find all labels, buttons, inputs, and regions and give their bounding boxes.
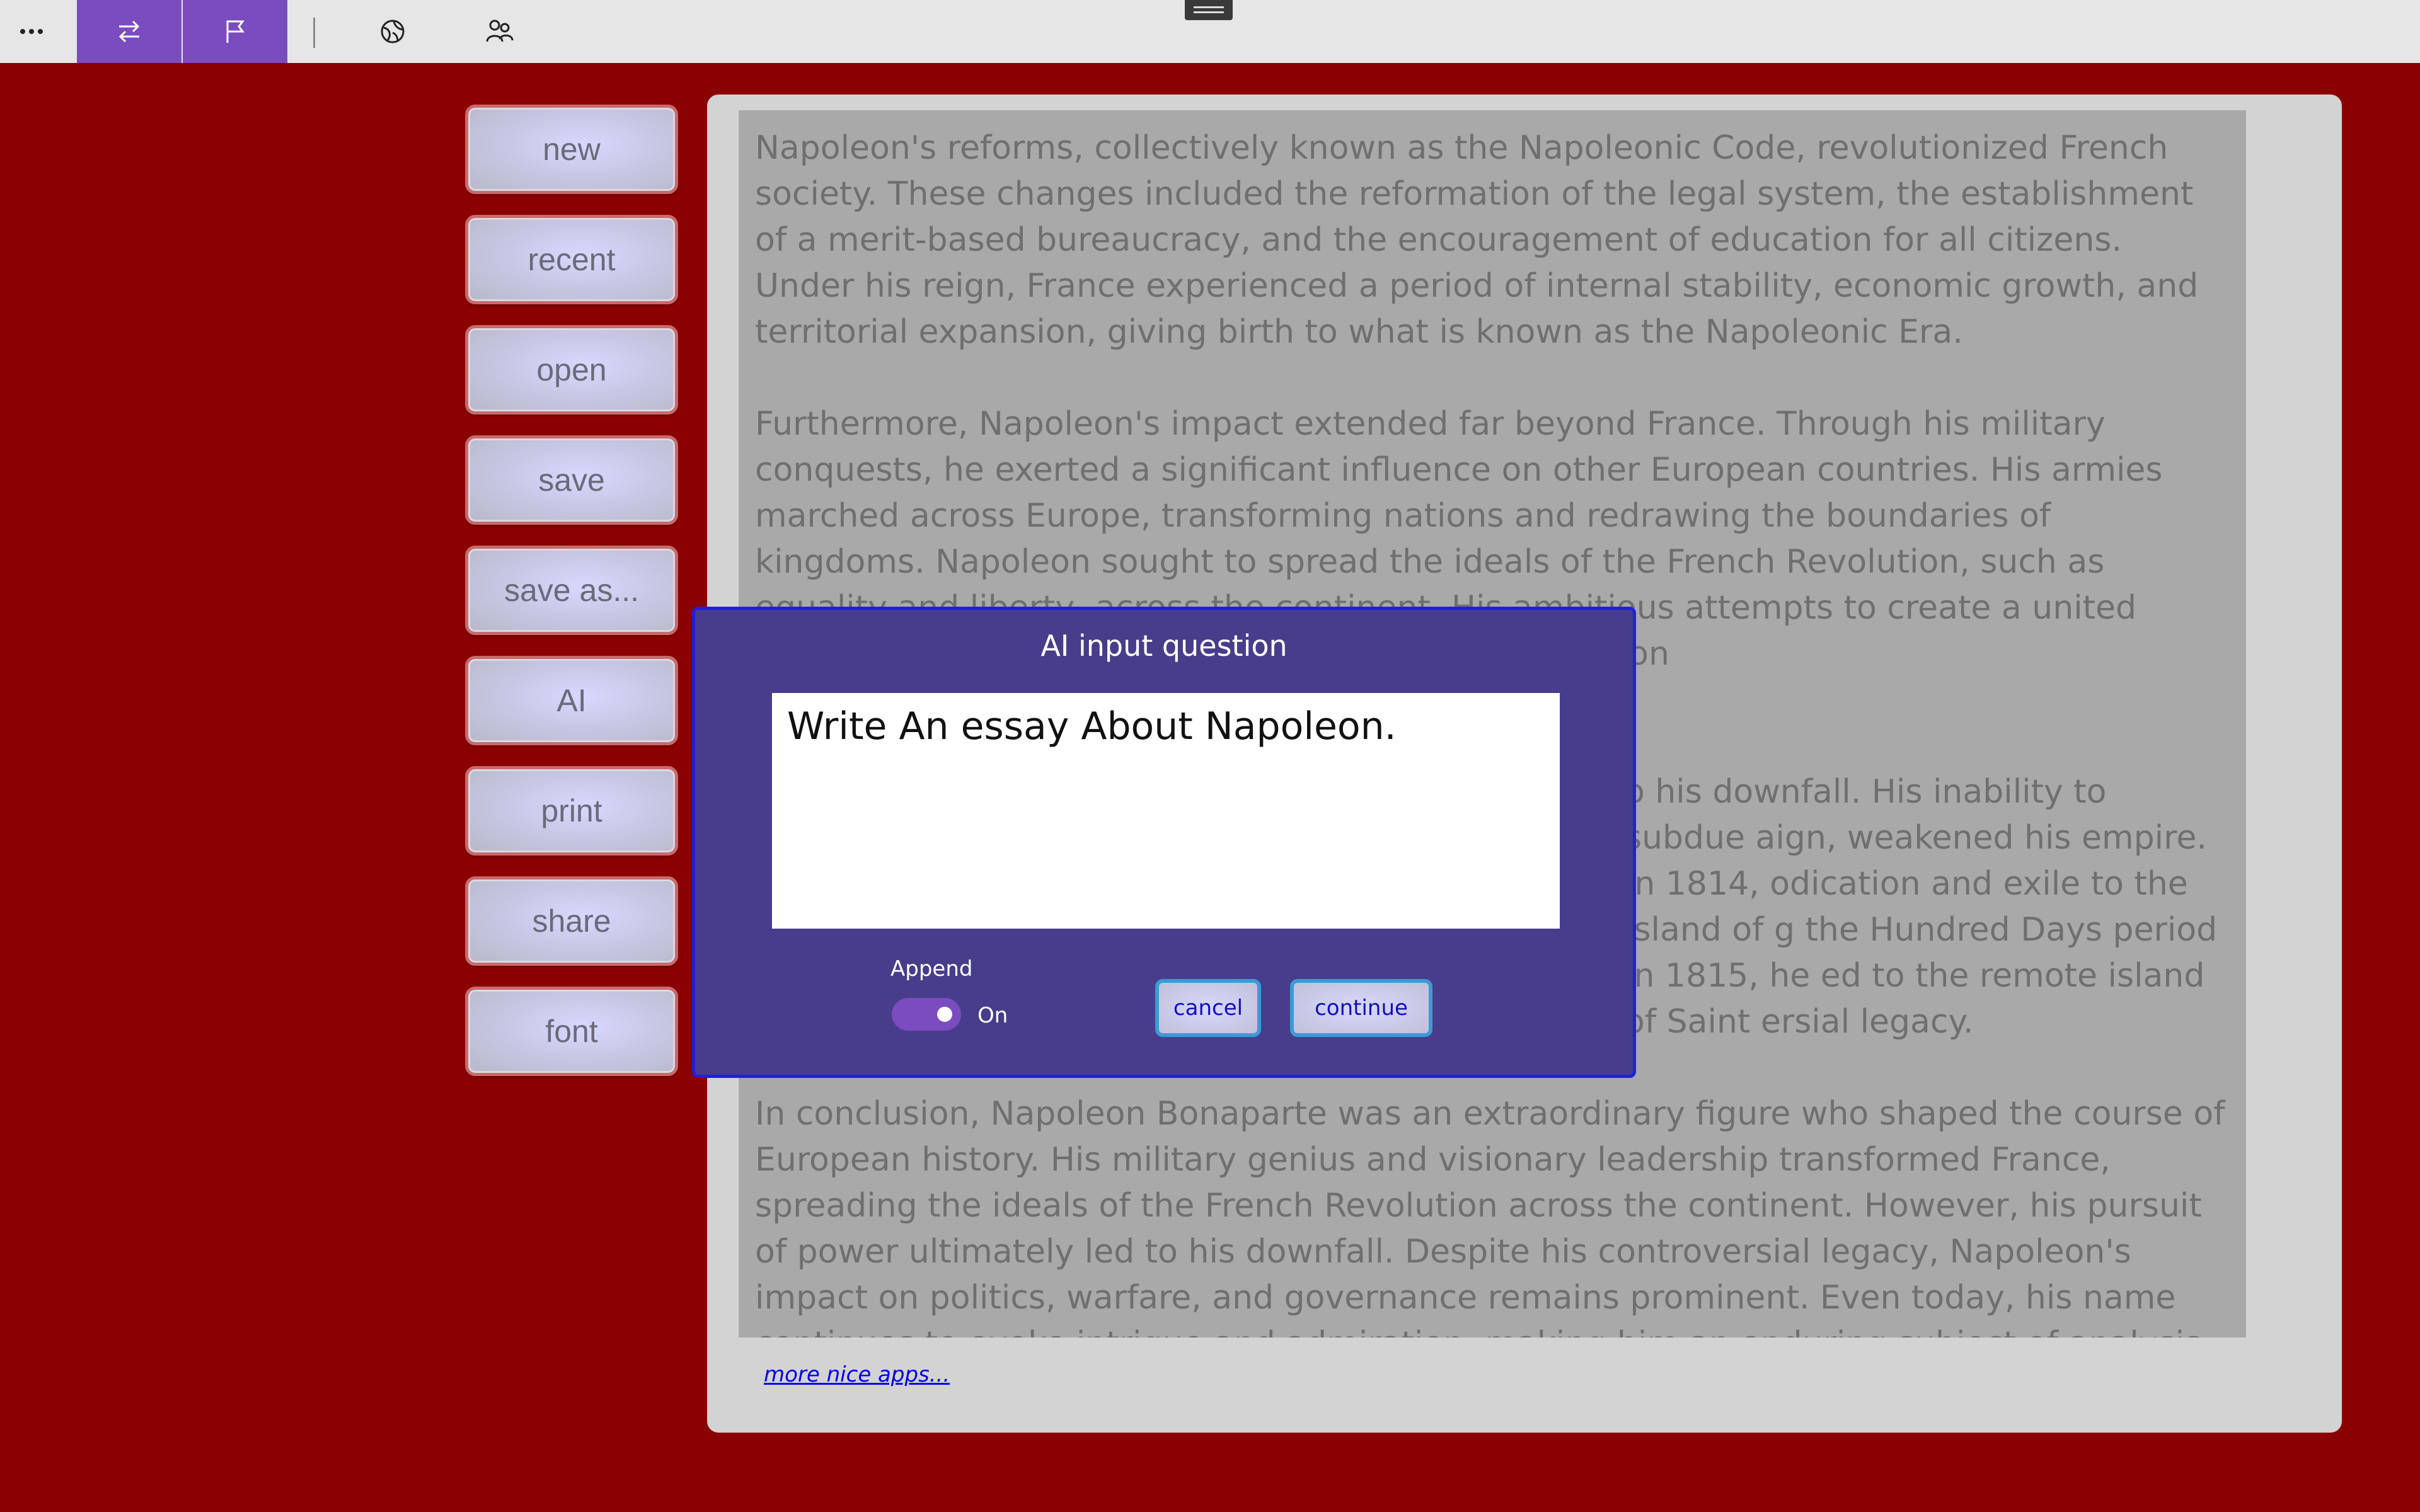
flag-icon <box>226 20 245 43</box>
ai-prompt-input[interactable]: Write An essay About Napoleon. <box>772 693 1560 929</box>
document-paragraph: o his downfall. His inability to subdue … <box>1625 773 2218 1041</box>
toggle-knob <box>937 1007 952 1022</box>
recent-button[interactable]: recent <box>465 215 678 304</box>
save-as-button[interactable]: save as... <box>465 546 678 635</box>
append-state-label: On <box>977 1003 1008 1028</box>
open-button[interactable]: open <box>465 325 678 415</box>
save-button[interactable]: save <box>465 435 678 525</box>
ai-input-dialog: AI input question Write An essay About N… <box>692 607 1636 1078</box>
swap-button[interactable] <box>77 0 182 63</box>
globe-icon <box>381 20 405 43</box>
new-button[interactable]: new <box>465 105 678 194</box>
more-apps-link[interactable]: more nice apps... <box>764 1362 950 1387</box>
share-button[interactable]: share <box>465 876 678 966</box>
people-button[interactable] <box>447 0 552 63</box>
more-horizontal-icon <box>20 29 43 34</box>
font-button[interactable]: font <box>465 987 678 1076</box>
drag-handle[interactable] <box>1185 0 1233 20</box>
toolbar-divider <box>313 18 315 48</box>
append-label: Append <box>890 956 973 982</box>
swap-icon <box>118 20 140 43</box>
append-toggle[interactable] <box>892 998 961 1031</box>
people-icon <box>486 20 514 42</box>
document-paragraph: Napoleon's reforms, collectively known a… <box>755 129 2199 351</box>
flag-button[interactable] <box>183 0 287 63</box>
ai-button[interactable]: AI <box>465 656 678 745</box>
continue-button[interactable]: continue <box>1290 979 1432 1037</box>
more-options-button[interactable] <box>0 0 63 63</box>
document-paragraph: In conclusion, Napoleon Bonaparte was an… <box>755 1095 2225 1337</box>
top-toolbar <box>0 0 2420 63</box>
dialog-title: AI input question <box>1040 629 1288 663</box>
cancel-button[interactable]: cancel <box>1155 979 1261 1037</box>
globe-button[interactable] <box>340 0 445 63</box>
print-button[interactable]: print <box>465 766 678 856</box>
